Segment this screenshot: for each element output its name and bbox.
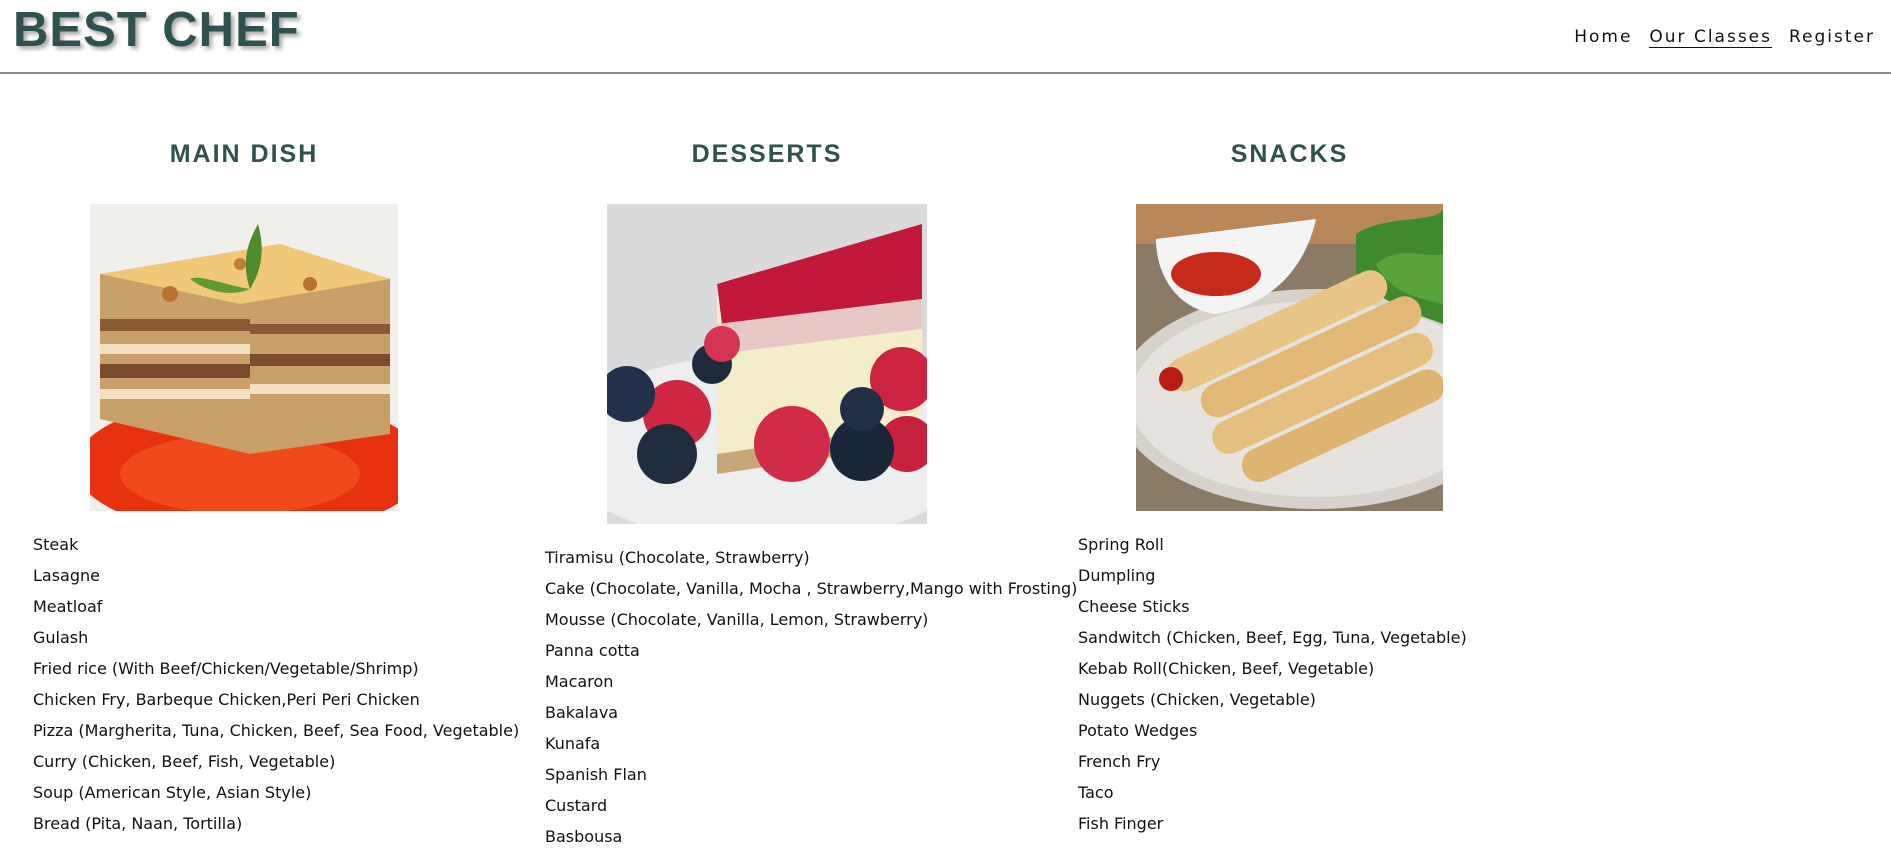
desserts-list: Tiramisu (Chocolate, Strawberry) Cake (C… — [545, 542, 1077, 852]
cheesecake-icon — [607, 204, 927, 524]
list-item: Spanish Flan — [545, 765, 647, 784]
main-dish-list: Steak Lasagne Meatloaf Gulash Fried rice… — [33, 529, 519, 839]
nav-our-classes[interactable]: Our Classes — [1649, 27, 1772, 48]
list-item: Nuggets (Chicken, Vegetable) — [1078, 690, 1316, 709]
list-item: Kunafa — [545, 734, 601, 753]
list-item: Meatloaf — [33, 597, 103, 616]
snacks-heading: SNACKS — [1230, 140, 1349, 168]
list-item: Custard — [545, 796, 608, 815]
site-logo[interactable]: BEST CHEF — [13, 2, 300, 58]
desserts-section: DESSERTS — [607, 140, 927, 169]
snacks-section: SNACKS — [1136, 140, 1443, 169]
desserts-heading: DESSERTS — [691, 140, 843, 168]
list-item: Steak — [33, 535, 79, 554]
list-item: Mousse (Chocolate, Vanilla, Lemon, Straw… — [545, 610, 929, 629]
lasagne-icon — [90, 204, 398, 511]
list-item: Soup (American Style, Asian Style) — [33, 783, 312, 802]
list-item: Tiramisu (Chocolate, Strawberry) — [545, 548, 810, 567]
nav-home[interactable]: Home — [1574, 27, 1632, 48]
list-item: Macaron — [545, 672, 614, 691]
main-dish-section: MAIN DISH — [90, 140, 398, 169]
main-nav: Home Our Classes Register — [1557, 27, 1875, 48]
main-dish-heading: MAIN DISH — [169, 140, 319, 168]
list-item: Chicken Fry, Barbeque Chicken,Peri Peri … — [33, 690, 420, 709]
list-item: Potato Wedges — [1078, 721, 1198, 740]
list-item: Bakalava — [545, 703, 619, 722]
list-item: Fried rice (With Beef/Chicken/Vegetable/… — [33, 659, 419, 678]
list-item: Bread (Pita, Naan, Tortilla) — [33, 814, 243, 833]
list-item: Curry (Chicken, Beef, Fish, Vegetable) — [33, 752, 336, 771]
list-item: Lasagne — [33, 566, 100, 585]
list-item: Panna cotta — [545, 641, 640, 660]
list-item: Dumpling — [1078, 566, 1156, 585]
list-item: Sandwitch (Chicken, Beef, Egg, Tuna, Veg… — [1078, 628, 1467, 647]
list-item: Basbousa — [545, 827, 623, 846]
snacks-list: Spring Roll Dumpling Cheese Sticks Sandw… — [1078, 529, 1467, 839]
list-item: Cheese Sticks — [1078, 597, 1190, 616]
list-item: Pizza (Margherita, Tuna, Chicken, Beef, … — [33, 721, 520, 740]
list-item: French Fry — [1078, 752, 1161, 771]
list-item: Spring Roll — [1078, 535, 1164, 554]
site-header: BEST CHEF Home Our Classes Register — [0, 0, 1891, 74]
list-item: Kebab Roll(Chicken, Beef, Vegetable) — [1078, 659, 1375, 678]
list-item: Taco — [1078, 783, 1114, 802]
list-item: Gulash — [33, 628, 89, 647]
spring-roll-icon — [1136, 204, 1443, 511]
nav-register[interactable]: Register — [1789, 27, 1875, 48]
list-item: Cake (Chocolate, Vanilla, Mocha , Strawb… — [545, 579, 1078, 598]
list-item: Fish Finger — [1078, 814, 1164, 833]
